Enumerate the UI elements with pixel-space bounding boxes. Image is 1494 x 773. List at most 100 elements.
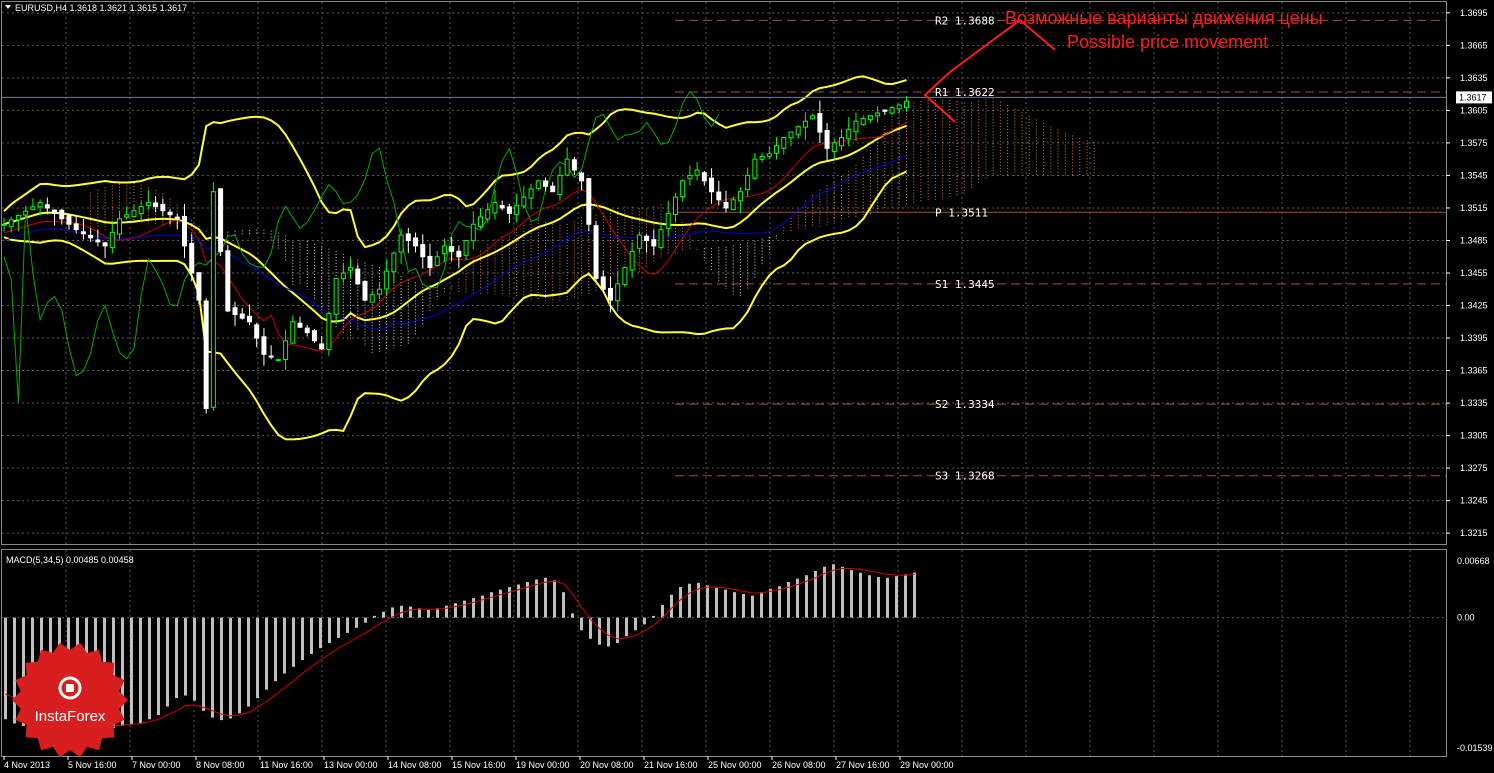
candle-body [651, 239, 657, 247]
macd-bar [841, 566, 844, 618]
candle-body [23, 210, 29, 216]
macd-bar [553, 580, 556, 618]
candle-body [109, 231, 115, 249]
candle-body [571, 159, 577, 171]
candle-body [470, 223, 476, 242]
symbol-header: EURUSD,H4 1.3618 1.3621 1.3615 1.3617 [15, 3, 187, 13]
candle-body [514, 204, 520, 216]
candle-body [210, 191, 216, 408]
macd-bar [661, 604, 664, 618]
candle-body [449, 246, 455, 252]
macd-tick-label: -0.01539 [1457, 743, 1493, 753]
macd-bar [472, 598, 475, 618]
candle-body [535, 180, 541, 190]
candle-body [384, 270, 390, 290]
macd-bar [832, 564, 835, 618]
time-tick-label: 7 Nov 00:00 [132, 760, 181, 770]
macd-bar [571, 613, 574, 618]
macd-bar [607, 617, 610, 647]
price-movement-arrow [923, 18, 1056, 123]
macd-tick-label: 0.00 [1457, 613, 1475, 623]
candle-body [297, 322, 303, 328]
candle-body [499, 205, 505, 209]
candle-body [506, 206, 512, 214]
macd-bar [877, 576, 880, 618]
price-tick-label: 1.3245 [1460, 496, 1488, 506]
candle-body [860, 118, 866, 125]
macd-bar [427, 609, 430, 618]
macd-bar [256, 617, 259, 699]
macd-bar [301, 617, 304, 660]
candle-body [867, 115, 873, 121]
macd-bar [895, 576, 898, 618]
candle-body [665, 212, 671, 229]
candle-body [232, 307, 238, 316]
macd-header: MACD(5,34,5) 0.00485 0.00458 [6, 555, 134, 565]
candle-body [543, 180, 548, 187]
annotation-english: Possible price movement [1067, 32, 1268, 52]
candle-body [88, 234, 94, 239]
candle-body [788, 131, 794, 139]
candle-body [131, 210, 137, 218]
price-tick-label: 1.3575 [1460, 138, 1488, 148]
time-tick-label: 4 Nov 2013 [4, 760, 50, 770]
price-tick-label: 1.3305 [1460, 431, 1488, 441]
macd-bar [211, 617, 214, 718]
macd-bar [868, 575, 871, 618]
macd-bar [373, 615, 376, 618]
candle-body [8, 219, 14, 228]
macd-bar [688, 583, 691, 618]
macd-bar [274, 617, 277, 682]
annotation-russian: Возможные варианты движения цены [1005, 8, 1323, 28]
macd-panel-frame [1, 549, 1447, 757]
macd-bar [562, 592, 565, 618]
time-axis: 4 Nov 2013 5 Nov 16:00 7 Nov 00:00 8 Nov 08… [3, 756, 954, 770]
macd-bar [778, 586, 781, 618]
macd-bar [913, 572, 916, 618]
macd-bar [679, 587, 682, 618]
candle-body [218, 188, 224, 252]
candle-body [752, 158, 758, 179]
candle-body [795, 126, 801, 136]
macd-bar [130, 617, 133, 725]
price-tick-label: 1.3635 [1460, 73, 1488, 83]
price-tick-label: 1.3605 [1460, 105, 1488, 115]
macd-tick-label: 0.00668 [1457, 556, 1490, 566]
logo-badge [12, 642, 128, 758]
candle-body [398, 234, 404, 253]
time-tick-label: 8 Nov 08:00 [196, 760, 245, 770]
time-tick-label: 19 Nov 00:00 [516, 760, 570, 770]
candle-body [485, 209, 491, 220]
candle-body [167, 211, 173, 216]
macd-bar [265, 617, 268, 690]
candle-body [781, 137, 787, 149]
macd-bar [328, 617, 331, 644]
price-tick-label: 1.3425 [1460, 301, 1488, 311]
macd-bar [148, 617, 151, 720]
candle-body [550, 185, 556, 193]
candle-body [586, 178, 592, 225]
candle-body [564, 158, 570, 176]
candle-body [174, 216, 180, 220]
candle-body [629, 250, 635, 271]
time-tick-label: 21 Nov 16:00 [644, 760, 698, 770]
candle-body [138, 206, 144, 215]
time-tick-label: 27 Nov 16:00 [836, 760, 890, 770]
macd-bar [625, 617, 628, 637]
pivot-label-s2: S2 1.3334 [935, 398, 995, 411]
candle-body [369, 294, 375, 303]
candle-body [730, 199, 736, 211]
time-tick-label: 26 Nov 08:00 [772, 760, 826, 770]
candle-body [846, 128, 852, 140]
chart-menu-icon[interactable] [5, 5, 11, 9]
candle-body [15, 215, 21, 221]
macd-bar [166, 617, 169, 707]
candle-body [37, 202, 43, 208]
candle-body [268, 355, 274, 358]
candle-body [326, 313, 332, 351]
candle-body [810, 115, 816, 120]
candle-body [478, 216, 484, 227]
price-tick-label: 1.3545 [1460, 170, 1488, 180]
macd-bar [715, 587, 718, 618]
macd-bar [724, 589, 727, 618]
